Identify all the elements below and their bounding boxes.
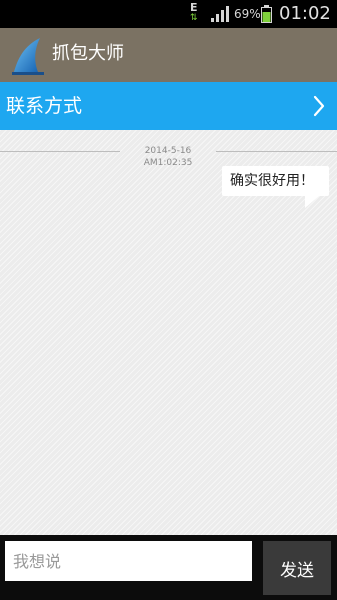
divider xyxy=(0,151,120,152)
message-timestamp: 2014-5-16 AM1:02:35 xyxy=(143,146,193,168)
battery-icon xyxy=(261,5,272,23)
network-type-indicator: E xyxy=(190,1,198,14)
battery-percent: 69% xyxy=(234,7,261,21)
message-text: 确实很好用！ xyxy=(230,173,314,189)
bubble-tail xyxy=(305,196,319,208)
app-title: 抓包大师 xyxy=(52,43,124,64)
message-bubble-outgoing[interactable]: 确实很好用！ xyxy=(222,166,329,196)
chat-area[interactable]: 2014-5-16 AM1:02:35 确实很好用！ xyxy=(0,130,337,535)
signal-strength-icon xyxy=(211,6,229,22)
chevron-right-icon xyxy=(313,95,325,117)
composer-bar: 发送 xyxy=(0,535,337,600)
contact-info-label: 联系方式 xyxy=(6,95,83,117)
divider xyxy=(216,151,337,152)
message-input[interactable] xyxy=(5,541,252,581)
data-activity-icon: ⇅ xyxy=(190,13,198,23)
app-bar: 抓包大师 xyxy=(0,28,337,82)
status-bar: E ⇅ 69% 01:02 xyxy=(0,0,337,28)
send-button[interactable]: 发送 xyxy=(263,541,331,595)
shark-fin-logo[interactable] xyxy=(10,36,46,76)
clock: 01:02 xyxy=(279,3,331,24)
contact-info-row[interactable]: 联系方式 xyxy=(0,82,337,130)
